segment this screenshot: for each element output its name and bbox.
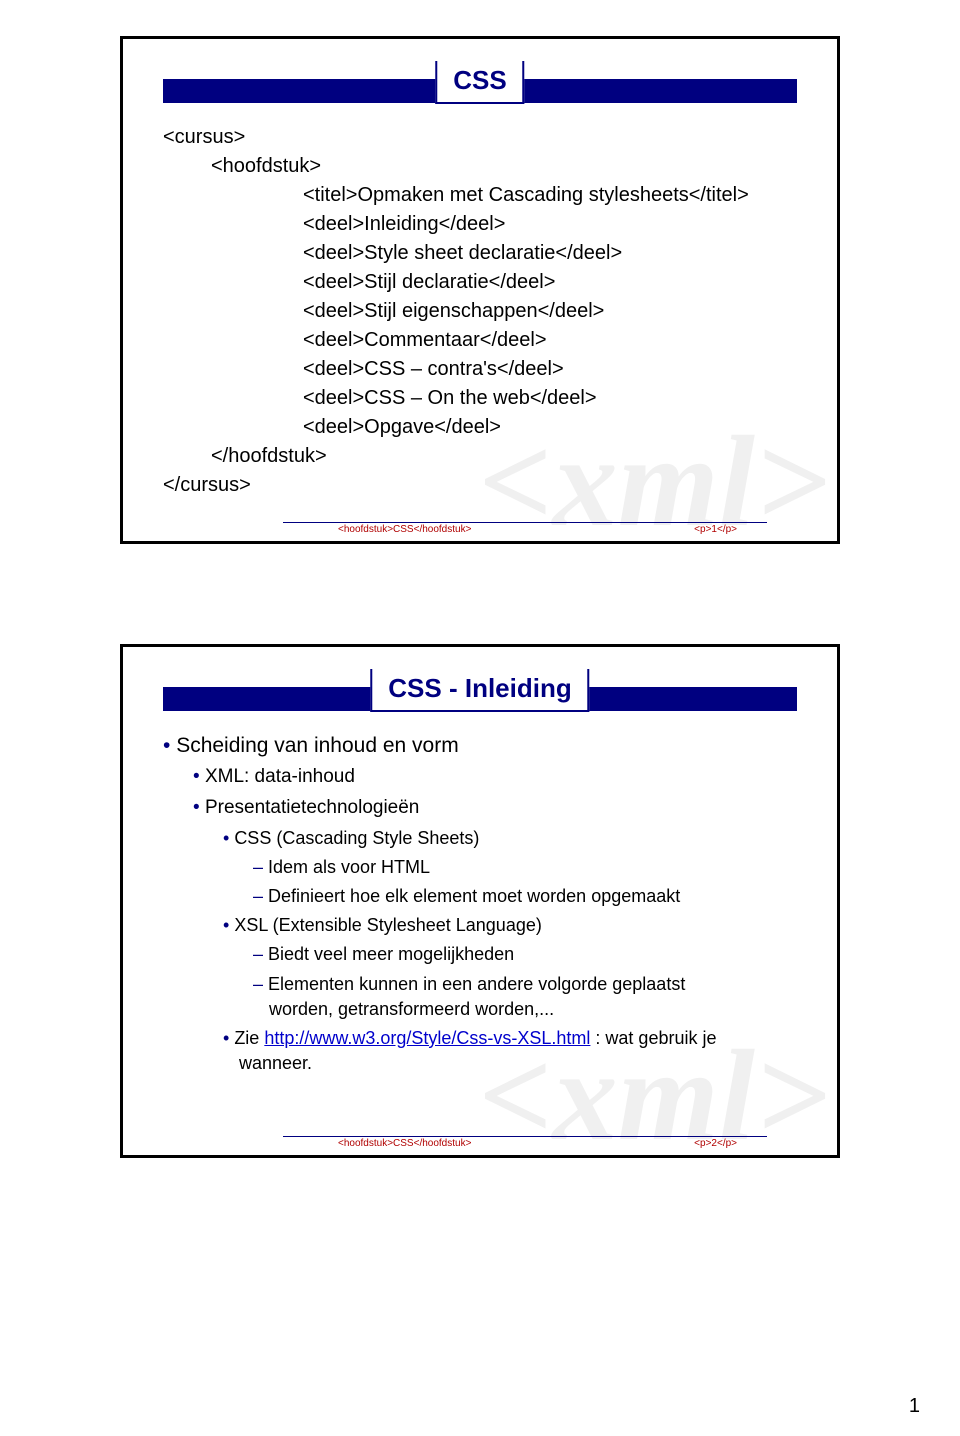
footer-rule [283, 1136, 767, 1137]
bullet-text: Elementen kunnen in een andere volgorde … [268, 974, 685, 994]
xml-line: <deel>CSS – contra's</deel> [163, 355, 797, 384]
bullet-item: Biedt veel meer mogelijkheden [253, 942, 797, 967]
xml-line: <hoofdstuk> [163, 152, 797, 181]
bullet-text: worden, getransformeerd worden,... [269, 999, 554, 1019]
bullet-text: Idem als voor HTML [268, 857, 430, 877]
xml-line: </cursus> [163, 471, 797, 500]
bullet-item: Definieert hoe elk element moet worden o… [253, 884, 797, 909]
xml-line: <deel>Opgave</deel> [163, 413, 797, 442]
bullet-item: Scheiding van inhoud en vorm [163, 731, 797, 760]
bullet-item: Idem als voor HTML [253, 855, 797, 880]
footer-left: <hoofdstuk>CSS</hoofdstuk> [338, 524, 471, 535]
bullet-text: wanneer. [239, 1053, 312, 1073]
bullet-text: CSS (Cascading Style Sheets) [234, 828, 479, 848]
footer-right: <p>2</p> [694, 1138, 737, 1149]
bullet-text: Presentatietechnologieën [205, 797, 419, 818]
footer-rule [283, 522, 767, 523]
bullet-text: Biedt veel meer mogelijkheden [268, 944, 514, 964]
css-vs-xsl-link[interactable]: http://www.w3.org/Style/Css-vs-XSL.html [264, 1028, 590, 1048]
xml-line: <deel>CSS – On the web</deel> [163, 384, 797, 413]
slide-title: CSS [453, 65, 506, 96]
xml-line: <deel>Commentaar</deel> [163, 326, 797, 355]
bullet-item: XML: data-inhoud [193, 764, 797, 791]
xml-line: <deel>Inleiding</deel> [163, 210, 797, 239]
slide-body: <cursus> <hoofdstuk> <titel>Opmaken met … [163, 123, 797, 500]
title-tab: CSS - Inleiding [370, 669, 589, 712]
bullet-item: Zie http://www.w3.org/Style/Css-vs-XSL.h… [223, 1026, 797, 1051]
slide-header: CSS [163, 65, 797, 119]
xml-line: <deel>Style sheet declaratie</deel> [163, 239, 797, 268]
footer-right: <p>1</p> [694, 524, 737, 535]
bullet-text-post: : wat gebruik je [590, 1028, 716, 1048]
bullet-continuation: wanneer. [239, 1051, 797, 1076]
bullet-item: Presentatietechnologieën [193, 795, 797, 822]
bullet-text: Definieert hoe elk element moet worden o… [268, 886, 680, 906]
slide-body: Scheiding van inhoud en vorm XML: data-i… [163, 731, 797, 1076]
xml-line: <deel>Stijl eigenschappen</deel> [163, 297, 797, 326]
bullet-continuation: worden, getransformeerd worden,... [269, 997, 797, 1022]
slide-footer: <hoofdstuk>CSS</hoofdstuk> <p>2</p> [163, 1136, 797, 1137]
slide-footer: <hoofdstuk>CSS</hoofdstuk> <p>1</p> [163, 522, 797, 523]
footer-left: <hoofdstuk>CSS</hoofdstuk> [338, 1138, 471, 1149]
slide-header: CSS - Inleiding [163, 673, 797, 727]
slide-title: CSS - Inleiding [388, 673, 571, 704]
xml-line: <titel>Opmaken met Cascading stylesheets… [163, 181, 797, 210]
title-tab: CSS [435, 61, 524, 104]
bullet-text-pre: Zie [234, 1028, 264, 1048]
bullet-text: XML: data-inhoud [205, 766, 355, 787]
xml-line: </hoofdstuk> [163, 442, 797, 471]
slide-css-toc: <xml> CSS <cursus> <hoofdstuk> <titel>Op… [120, 36, 840, 544]
slide-css-inleiding: <xml> CSS - Inleiding Scheiding van inho… [120, 644, 840, 1158]
bullet-text: Scheiding van inhoud en vorm [176, 734, 459, 757]
bullet-item: CSS (Cascading Style Sheets) [223, 826, 797, 851]
xml-line: <deel>Stijl declaratie</deel> [163, 268, 797, 297]
bullet-item: Elementen kunnen in een andere volgorde … [253, 972, 797, 997]
page-number: 1 [909, 1395, 920, 1418]
xml-line: <cursus> [163, 123, 797, 152]
bullet-text: XSL (Extensible Stylesheet Language) [234, 915, 542, 935]
bullet-item: XSL (Extensible Stylesheet Language) [223, 913, 797, 938]
